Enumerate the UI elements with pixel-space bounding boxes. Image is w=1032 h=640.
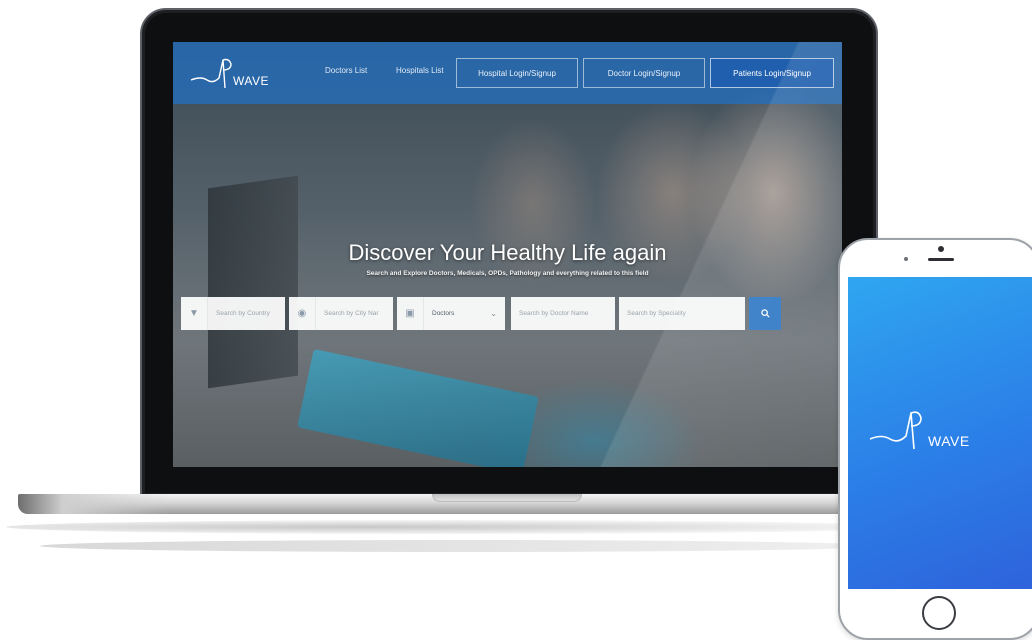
speciality-search-field[interactable]: Search by Speciality: [619, 297, 745, 330]
background-folder: [297, 348, 539, 467]
site-navbar: WAVE Doctors List Hospitals List Hospita…: [173, 42, 842, 104]
speciality-placeholder: Search by Speciality: [627, 310, 686, 317]
logo-text: WAVE: [233, 74, 270, 88]
phone-logo-text: WAVE: [928, 433, 970, 449]
laptop-screen: WAVE Doctors List Hospitals List Hospita…: [173, 42, 842, 467]
doctor-name-search-field[interactable]: Search by Doctor Name: [511, 297, 615, 330]
doctor-type-icon: ▣: [397, 297, 424, 330]
background-monitor: [208, 175, 298, 389]
doctor-name-placeholder: Search by Doctor Name: [519, 310, 589, 317]
search-button[interactable]: [749, 297, 781, 330]
filter-icon: ▼: [181, 297, 208, 330]
city-search-field[interactable]: ◉ Search by City Nar: [289, 297, 393, 330]
type-select[interactable]: ▣ Doctors ⌄: [397, 297, 505, 330]
laptop-shadow: [6, 520, 906, 534]
location-pin-icon: ◉: [289, 297, 316, 330]
patients-login-button[interactable]: Patients Login/Signup: [710, 58, 834, 88]
hero-subtitle: Search and Explore Doctors, Medicals, OP…: [366, 270, 649, 277]
phone-speaker: [928, 258, 954, 261]
chevron-down-icon: ⌄: [490, 309, 497, 318]
phone-camera: [938, 246, 944, 252]
country-search-field[interactable]: ▼ Search by Country: [181, 297, 285, 330]
country-search-placeholder: Search by Country: [216, 310, 270, 317]
laptop-opening-notch: [432, 494, 582, 502]
hospital-login-button[interactable]: Hospital Login/Signup: [456, 58, 578, 88]
city-search-placeholder: Search by City Nar: [324, 310, 379, 317]
doctor-login-button[interactable]: Doctor Login/Signup: [583, 58, 705, 88]
phone-screen: WAVE: [848, 277, 1032, 589]
phone-sensor: [904, 257, 908, 261]
laptop-shadow-lower: [40, 540, 880, 552]
nav-link-doctors-list[interactable]: Doctors List: [325, 66, 367, 75]
hero-title: Discover Your Healthy Life again: [348, 240, 667, 265]
site-logo[interactable]: WAVE: [189, 54, 289, 94]
nav-link-hospitals-list[interactable]: Hospitals List: [396, 66, 444, 75]
phone-home-button[interactable]: [922, 596, 956, 630]
search-bar: ▼ Search by Country ◉ Search by City Nar…: [181, 297, 781, 330]
type-select-value: Doctors: [432, 310, 455, 317]
search-icon: [760, 309, 770, 318]
laptop-base-edge: [18, 494, 168, 514]
